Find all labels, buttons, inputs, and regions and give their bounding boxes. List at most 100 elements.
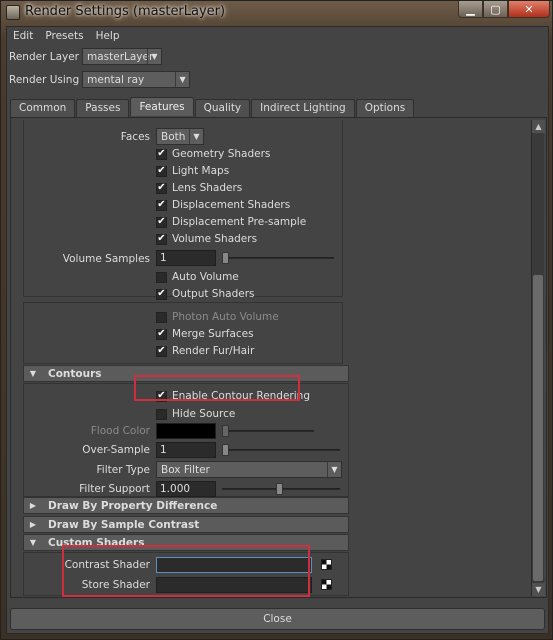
menu-bar: Edit Presets Help (7, 27, 548, 45)
draw-by-property-section[interactable]: ▶ Draw By Property Difference (23, 497, 349, 514)
checkbox-label: Merge Surfaces (172, 328, 254, 340)
faces-dropdown[interactable]: Both ▼ (156, 128, 204, 145)
output-shaders-checkbox[interactable]: ✔ Output Shaders (156, 288, 254, 300)
hide-source-checkbox[interactable]: Hide Source (156, 408, 235, 420)
close-window-button[interactable]: ✕ (508, 1, 550, 18)
geometry-shaders-checkbox[interactable]: ✔ Geometry Shaders (156, 148, 270, 160)
volume-samples-slider[interactable] (222, 257, 334, 259)
chevron-down-icon: ▼ (189, 129, 203, 144)
tab-passes[interactable]: Passes (76, 99, 130, 117)
maximize-button[interactable]: ▢ (483, 1, 508, 18)
client-area: Edit Presets Help Render Layer masterLay… (6, 26, 549, 634)
checkbox-label: Volume Shaders (172, 233, 258, 245)
checkbox-box (156, 271, 167, 283)
menu-help[interactable]: Help (90, 30, 126, 42)
tab-common[interactable]: Common (10, 99, 76, 117)
flood-color-swatch[interactable] (156, 423, 216, 439)
auto-volume-checkbox[interactable]: Auto Volume (156, 271, 239, 283)
checkbox-label: Photon Auto Volume (172, 311, 279, 323)
scrollbar-thumb[interactable] (533, 275, 543, 581)
checkbox-label: Auto Volume (172, 271, 239, 283)
scroll-down-icon[interactable]: ▼ (532, 583, 545, 596)
checkbox-label: Render Fur/Hair (172, 345, 255, 357)
draw-by-property-title: Draw By Property Difference (48, 499, 218, 512)
triangle-down-icon: ▼ (29, 538, 37, 547)
vertical-scrollbar[interactable]: ▲ ▼ (531, 120, 545, 596)
minimize-button[interactable]: ▁ (458, 1, 483, 18)
volume-samples-knob[interactable] (222, 252, 229, 264)
checkbox-box: ✔ (156, 165, 167, 177)
highlight-custom-shaders (62, 545, 310, 597)
menu-presets[interactable]: Presets (39, 30, 89, 42)
filter-support-field[interactable]: 1.000 (156, 481, 216, 497)
checkbox-label: Lens Shaders (172, 182, 243, 194)
checkbox-box: ✔ (156, 233, 167, 245)
render-layer-value: masterLayer (87, 51, 154, 63)
contours-title: Contours (48, 367, 102, 380)
checkbox-label: Hide Source (172, 408, 236, 420)
displacement-shaders-checkbox[interactable]: ✔ Displacement Shaders (156, 199, 290, 211)
filter-support-knob[interactable] (276, 483, 283, 495)
render-layer-row: Render Layer masterLayer ▼ (7, 48, 162, 65)
flood-color-slider[interactable] (222, 430, 314, 432)
filter-type-label: Filter Type (96, 464, 150, 476)
faces-value: Both (161, 131, 186, 143)
checkbox-box: ✔ (156, 148, 167, 160)
flood-color-knob[interactable] (222, 425, 229, 437)
volume-samples-field[interactable]: 1 (156, 250, 216, 266)
tab-options[interactable]: Options (355, 99, 415, 117)
volume-samples-label: Volume Samples (62, 253, 150, 265)
displacement-presample-checkbox[interactable]: ✔ Displacement Pre-sample (156, 216, 306, 228)
triangle-down-icon: ▼ (29, 369, 37, 378)
over-sample-slider[interactable] (222, 449, 340, 451)
render-layer-dropdown[interactable]: masterLayer ▼ (82, 48, 162, 65)
volume-shaders-checkbox[interactable]: ✔ Volume Shaders (156, 233, 257, 245)
checkbox-box: ✔ (156, 199, 167, 211)
checker-map-icon[interactable] (321, 559, 332, 570)
filter-support-label: Filter Support (79, 483, 150, 495)
fur-group: Photon Auto Volume ✔ Merge Surfaces ✔ Rend… (23, 302, 343, 364)
checker-map-icon[interactable] (321, 579, 332, 590)
merge-surfaces-checkbox[interactable]: ✔ Merge Surfaces (156, 328, 254, 340)
draw-by-sample-title: Draw By Sample Contrast (48, 518, 200, 531)
triangle-right-icon: ▶ (29, 520, 37, 529)
extra-features-group: Faces Both ▼ ✔ Geometry Shaders ✔ Light Ma… (23, 120, 343, 300)
tab-features[interactable]: Features (130, 97, 194, 116)
flood-color-label: Flood Color (90, 425, 150, 437)
lens-shaders-checkbox[interactable]: ✔ Lens Shaders (156, 182, 242, 194)
render-layer-label: Render Layer (9, 50, 79, 63)
chevron-down-icon: ▼ (327, 462, 341, 477)
close-button[interactable]: Close (10, 608, 545, 630)
over-sample-knob[interactable] (222, 444, 229, 456)
render-fur-checkbox[interactable]: ✔ Render Fur/Hair (156, 345, 254, 357)
filter-type-dropdown[interactable]: Box Filter ▼ (156, 461, 342, 478)
over-sample-field[interactable]: 1 (156, 442, 216, 458)
render-using-value: mental ray (87, 74, 145, 86)
scroll-up-icon[interactable]: ▲ (532, 120, 545, 133)
app-icon (6, 5, 20, 20)
faces-label: Faces (120, 131, 150, 143)
render-using-label: Render Using (9, 73, 80, 86)
checkbox-label: Displacement Pre-sample (172, 216, 307, 228)
tab-quality[interactable]: Quality (194, 99, 251, 117)
checkbox-box: ✔ (156, 328, 167, 340)
minimize-icon: ▁ (466, 2, 475, 16)
window-frame: Render Settings (masterLayer) ▁ ▢ ✕ Edit… (0, 0, 553, 640)
checkbox-box: ✔ (156, 216, 167, 228)
filter-type-value: Box Filter (161, 464, 210, 476)
menu-edit[interactable]: Edit (7, 30, 39, 42)
photon-auto-volume-checkbox[interactable]: Photon Auto Volume (156, 311, 279, 323)
triangle-right-icon: ▶ (29, 501, 37, 510)
checkbox-label: Displacement Shaders (172, 199, 291, 211)
tab-bar: Common Passes Features Quality Indirect … (10, 97, 415, 117)
title-bar[interactable]: Render Settings (masterLayer) ▁ ▢ ✕ (1, 1, 553, 25)
window-title: Render Settings (masterLayer) (25, 4, 226, 19)
checkbox-box: ✔ (156, 345, 167, 357)
scroll-area: Faces Both ▼ ✔ Geometry Shaders ✔ Light Ma… (13, 120, 529, 596)
tab-indirect-lighting[interactable]: Indirect Lighting (251, 99, 355, 117)
render-using-dropdown[interactable]: mental ray ▼ (82, 71, 191, 88)
highlight-enable-contour (134, 375, 300, 401)
close-icon: ✕ (524, 2, 534, 16)
light-maps-checkbox[interactable]: ✔ Light Maps (156, 165, 229, 177)
draw-by-sample-section[interactable]: ▶ Draw By Sample Contrast (23, 516, 349, 533)
